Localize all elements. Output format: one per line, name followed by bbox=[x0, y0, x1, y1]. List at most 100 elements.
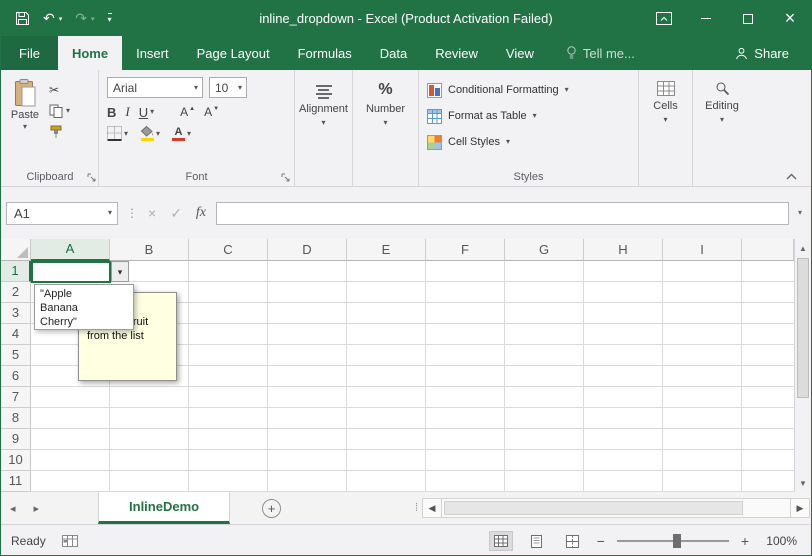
cut-button[interactable]: ✂ bbox=[49, 83, 70, 97]
view-page-layout-button[interactable] bbox=[525, 531, 549, 551]
redo-dropdown-icon[interactable]: ▾ bbox=[91, 15, 95, 23]
sheet-next-icon[interactable]: ▸ bbox=[25, 502, 49, 515]
scroll-up-icon[interactable]: ▲ bbox=[795, 239, 811, 257]
column-header-d[interactable]: D bbox=[268, 239, 347, 261]
column-header-h[interactable]: H bbox=[584, 239, 663, 261]
customize-toolbar-icon[interactable]: ▾ bbox=[108, 13, 112, 25]
share-button[interactable]: Share bbox=[721, 36, 803, 70]
column-header-g[interactable]: G bbox=[505, 239, 584, 261]
redo-button[interactable]: ↷ bbox=[75, 10, 87, 27]
undo-dropdown-icon[interactable]: ▾ bbox=[59, 15, 63, 23]
row-header-6[interactable]: 6 bbox=[1, 366, 31, 387]
name-box[interactable]: A1 ▾ bbox=[6, 202, 118, 225]
underline-button[interactable]: U bbox=[139, 105, 148, 120]
name-box-splitter[interactable]: ⋮ bbox=[118, 206, 146, 220]
row-header-8[interactable]: 8 bbox=[1, 408, 31, 429]
ribbon-display-options-icon[interactable] bbox=[643, 1, 685, 36]
row-header-11[interactable]: 11 bbox=[1, 471, 31, 492]
sheet-prev-icon[interactable]: ◂ bbox=[1, 502, 25, 515]
underline-dropdown-icon[interactable]: ▾ bbox=[150, 108, 154, 116]
grow-font-button[interactable]: A▲ bbox=[180, 105, 195, 119]
enter-check-icon[interactable]: ✓ bbox=[170, 205, 182, 222]
borders-button[interactable]: ▾ bbox=[107, 126, 128, 141]
row-header-10[interactable]: 10 bbox=[1, 450, 31, 471]
alignment-button[interactable]: Alignment ▾ bbox=[295, 77, 352, 127]
expand-formula-bar-icon[interactable]: ▾ bbox=[789, 209, 811, 217]
tab-formulas[interactable]: Formulas bbox=[284, 36, 366, 70]
row-header-1[interactable]: 1 bbox=[1, 261, 31, 282]
number-button[interactable]: % Number ▾ bbox=[353, 77, 418, 127]
grid-cells[interactable]: ▾ Select a fruit from the list "Apple Ba… bbox=[31, 261, 794, 492]
fill-color-button[interactable]: ▾ bbox=[140, 126, 160, 141]
column-header-a[interactable]: A bbox=[31, 239, 110, 261]
cell-styles-button[interactable]: Cell Styles ▾ bbox=[427, 129, 638, 155]
vertical-scrollbar[interactable]: ▲ ▼ bbox=[794, 239, 811, 492]
undo-button[interactable]: ↶ bbox=[43, 10, 55, 27]
select-all-corner[interactable] bbox=[1, 239, 31, 261]
horizontal-scrollbar[interactable]: ◀ ▶ bbox=[422, 498, 810, 518]
cells-button[interactable]: Cells ▾ bbox=[639, 77, 692, 124]
column-header-e[interactable]: E bbox=[347, 239, 426, 261]
row-header-7[interactable]: 7 bbox=[1, 387, 31, 408]
tab-page-layout[interactable]: Page Layout bbox=[183, 36, 284, 70]
close-button[interactable]: × bbox=[769, 1, 811, 36]
dropdown-item[interactable]: Banana bbox=[40, 301, 133, 315]
macro-record-icon[interactable] bbox=[62, 535, 78, 547]
bold-button[interactable]: B bbox=[107, 105, 116, 120]
zoom-out-button[interactable]: − bbox=[597, 533, 605, 549]
row-header-4[interactable]: 4 bbox=[1, 324, 31, 345]
tab-file[interactable]: File bbox=[1, 36, 58, 70]
row-header-2[interactable]: 2 bbox=[1, 282, 31, 303]
tab-review[interactable]: Review bbox=[421, 36, 492, 70]
horizontal-scroll-track[interactable] bbox=[442, 499, 790, 517]
paste-button[interactable]: Paste ▾ bbox=[1, 77, 49, 186]
column-header-c[interactable]: C bbox=[189, 239, 268, 261]
tab-splitter-grip[interactable]: ⁞ bbox=[415, 502, 422, 514]
dropdown-item[interactable]: "Apple bbox=[40, 287, 133, 301]
copy-dropdown-icon[interactable]: ▾ bbox=[66, 107, 70, 115]
zoom-level[interactable]: 100% bbox=[761, 534, 797, 548]
column-header-f[interactable]: F bbox=[426, 239, 505, 261]
in-cell-dropdown-button[interactable]: ▾ bbox=[111, 261, 129, 282]
collapse-ribbon-icon[interactable] bbox=[786, 173, 797, 180]
copy-button[interactable]: ▾ bbox=[49, 104, 70, 118]
font-color-button[interactable]: A ▾ bbox=[172, 127, 191, 141]
zoom-slider-thumb[interactable] bbox=[673, 534, 681, 548]
horizontal-scroll-thumb[interactable] bbox=[444, 501, 743, 515]
italic-button[interactable]: I bbox=[125, 104, 129, 120]
zoom-in-button[interactable]: + bbox=[741, 533, 749, 549]
maximize-button[interactable] bbox=[727, 1, 769, 36]
formula-input[interactable] bbox=[216, 202, 789, 225]
tab-data[interactable]: Data bbox=[366, 36, 421, 70]
conditional-formatting-button[interactable]: Conditional Formatting ▾ bbox=[427, 77, 638, 103]
column-header-b[interactable]: B bbox=[110, 239, 189, 261]
clipboard-dialog-launcher-icon[interactable] bbox=[87, 173, 96, 182]
format-as-table-button[interactable]: Format as Table ▾ bbox=[427, 103, 638, 129]
tab-insert[interactable]: Insert bbox=[122, 36, 183, 70]
shrink-font-button[interactable]: A▼ bbox=[204, 105, 219, 119]
minimize-button[interactable] bbox=[685, 1, 727, 36]
add-sheet-button[interactable]: + bbox=[262, 499, 281, 518]
scroll-down-icon[interactable]: ▼ bbox=[795, 474, 811, 492]
font-name-combo[interactable]: Arial ▾ bbox=[107, 77, 203, 98]
vertical-scroll-thumb[interactable] bbox=[797, 258, 809, 398]
active-cell-a1[interactable] bbox=[31, 261, 111, 283]
dropdown-item[interactable]: Cherry" bbox=[40, 315, 133, 329]
paste-dropdown-icon[interactable]: ▾ bbox=[23, 123, 27, 131]
column-header-i[interactable]: I bbox=[663, 239, 742, 261]
font-size-combo[interactable]: 10 ▾ bbox=[209, 77, 247, 98]
scroll-right-icon[interactable]: ▶ bbox=[790, 499, 809, 517]
scroll-left-icon[interactable]: ◀ bbox=[423, 499, 442, 517]
view-page-break-button[interactable] bbox=[561, 531, 585, 551]
row-header-5[interactable]: 5 bbox=[1, 345, 31, 366]
tab-tell-me[interactable]: Tell me... bbox=[552, 36, 649, 70]
save-icon[interactable] bbox=[15, 11, 30, 26]
cancel-icon[interactable]: × bbox=[148, 205, 156, 221]
sheet-tab-inlinedemo[interactable]: InlineDemo bbox=[98, 492, 230, 524]
insert-function-button[interactable]: fx bbox=[196, 205, 206, 221]
font-dialog-launcher-icon[interactable] bbox=[281, 173, 290, 182]
row-header-3[interactable]: 3 bbox=[1, 303, 31, 324]
view-normal-button[interactable] bbox=[489, 531, 513, 551]
tab-home[interactable]: Home bbox=[58, 36, 122, 70]
row-header-9[interactable]: 9 bbox=[1, 429, 31, 450]
